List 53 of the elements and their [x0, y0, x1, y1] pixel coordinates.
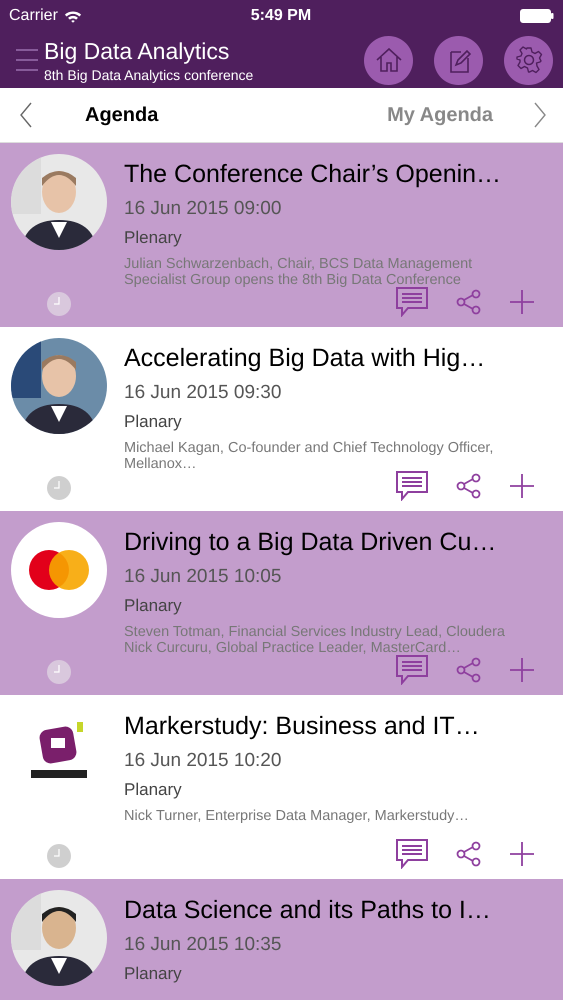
share-icon[interactable] — [456, 841, 482, 867]
status-time: 5:49 PM — [250, 7, 312, 25]
add-icon[interactable] — [510, 658, 534, 682]
session-time: 16 Jun 2015 09:00 — [124, 198, 282, 220]
comment-icon[interactable] — [396, 471, 428, 501]
app-title: Big Data Analytics — [44, 38, 230, 64]
clock-icon — [47, 844, 71, 868]
session-description: Steven Totman, Financial Services Industry Lead, Cloudera Nick Curcuru, Global Practice Leader, MasterCard… — [124, 624, 506, 656]
settings-icon — [514, 45, 544, 75]
comment-icon[interactable] — [396, 839, 428, 869]
tab[interactable]: Agenda — [33, 104, 289, 126]
session-description: Nick Turner, Enterprise Data Manager, Markerstudy… — [124, 808, 470, 824]
clock-icon — [47, 292, 71, 316]
session-title: The Conference Chair’s Openin… — [124, 160, 502, 189]
comment-icon[interactable] — [396, 287, 428, 317]
comment-icon[interactable] — [396, 655, 428, 685]
share-icon[interactable] — [456, 289, 482, 315]
session-time: 16 Jun 2015 10:35 — [124, 934, 282, 956]
share-icon[interactable] — [456, 473, 482, 499]
add-icon[interactable] — [510, 474, 534, 498]
home-icon — [374, 45, 404, 75]
home-button[interactable] — [364, 36, 413, 84]
session-title: Driving to a Big Data Driven Cu… — [124, 528, 498, 557]
session-title: Markerstudy: Business and IT… — [124, 712, 481, 741]
session-title: Accelerating Big Data with Hig… — [124, 344, 486, 373]
add-icon[interactable] — [510, 290, 534, 314]
session-title: Data Science and its Paths to I… — [124, 896, 492, 925]
settings-button[interactable] — [504, 36, 553, 84]
session-description: Michael Kagan, Co-founder and Chief Technology Officer, Mellanox… — [124, 440, 494, 472]
carrier-name: Carrier — [9, 7, 58, 25]
session-type: Plenary — [124, 228, 183, 248]
add-icon[interactable] — [510, 842, 534, 866]
app-subtitle: 8th Big Data Analytics conference — [44, 66, 254, 82]
battery-icon — [520, 9, 554, 23]
back-chevron-icon[interactable] — [19, 102, 33, 128]
wifi-icon — [64, 10, 82, 22]
session-row[interactable]: Data Science and its Paths to I… 16 Jun 2015 10:35 Planary — [0, 879, 563, 1000]
session-type: Planary — [124, 964, 183, 984]
clock-icon — [47, 476, 71, 500]
edit-button[interactable] — [434, 36, 483, 84]
tab[interactable]: My Agenda — [289, 104, 533, 126]
session-time: 16 Jun 2015 09:30 — [124, 382, 282, 404]
forward-chevron-icon[interactable] — [533, 102, 547, 128]
session-type: Planary — [124, 412, 183, 432]
session-time: 16 Jun 2015 10:20 — [124, 750, 282, 772]
session-row[interactable]: The Conference Chair’s Openin… 16 Jun 2015 09:00 Plenary Julian Schwarzenbach, Chair, BCS Data Management Specialist Group opens the 8th Big Data Conference — [0, 143, 563, 327]
session-description: Julian Schwarzenbach, Chair, BCS Data Management Specialist Group opens the 8th Big Data Conference — [124, 256, 474, 288]
share-icon[interactable] — [456, 657, 482, 683]
clock-icon — [47, 660, 71, 684]
session-time: 16 Jun 2015 10:05 — [124, 566, 282, 588]
session-type: Planary — [124, 780, 183, 800]
session-row[interactable]: Driving to a Big Data Driven Cu… 16 Jun 2015 10:05 Planary Steven Totman, Financial Services Industry Lead, Cloudera Nick Curcuru, Global Practice Leader, MasterCard… — [0, 511, 563, 695]
session-type: Planary — [124, 596, 183, 616]
